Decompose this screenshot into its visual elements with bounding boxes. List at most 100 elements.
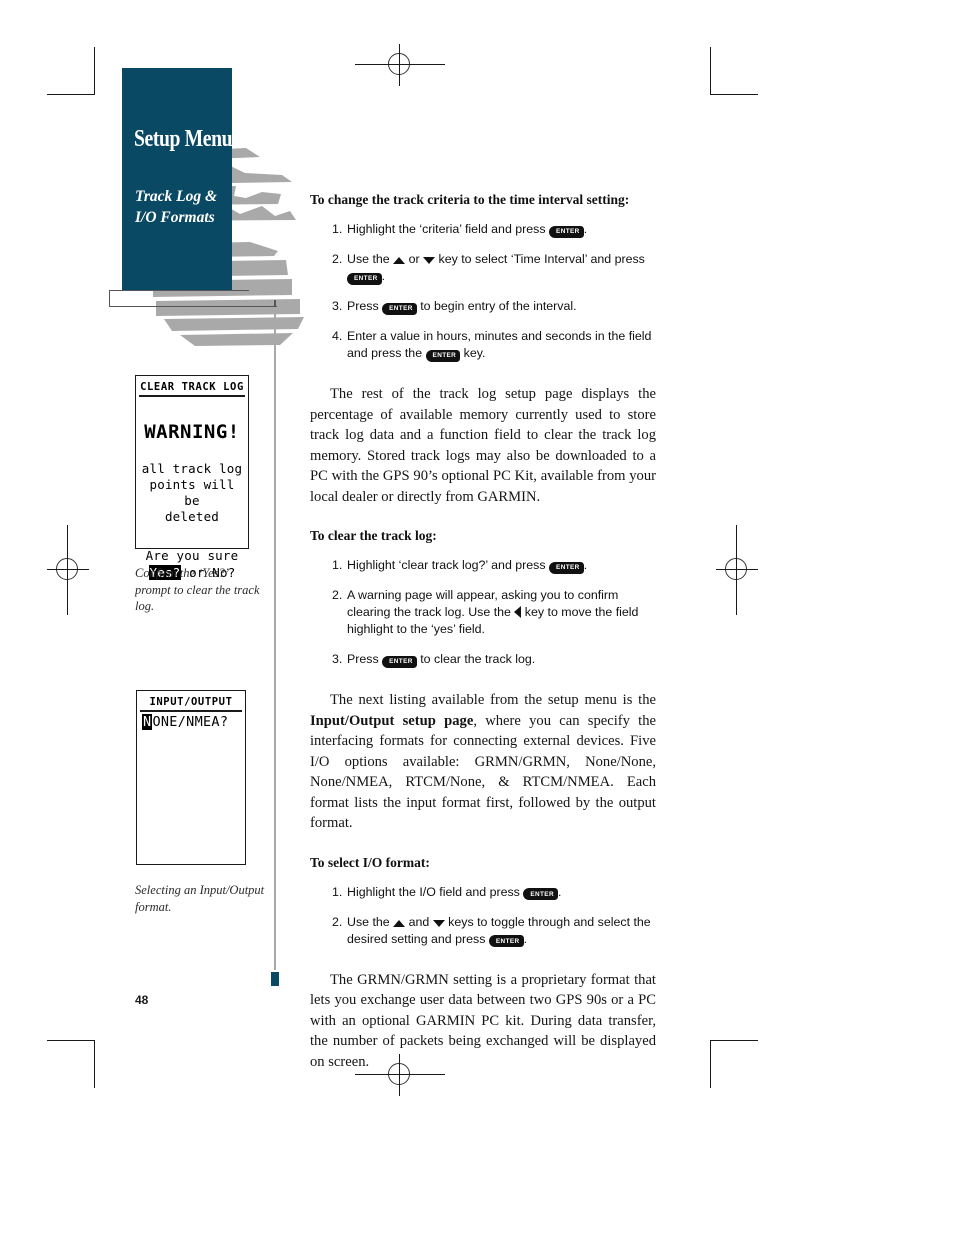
crop-mark-bottom-left-vertical [94, 1040, 95, 1088]
paragraph-input-output-setup: The next listing available from the setu… [310, 690, 656, 834]
step-text: A warning page will appear, asking you t… [347, 588, 639, 636]
lcd-title-clear-track-log: CLEAR TRACK LOG [139, 378, 245, 397]
lcd-message-line1: all track log [141, 461, 243, 476]
lcd-message-line3: deleted [164, 509, 220, 524]
paragraph-part-a: The next listing available from the setu… [330, 692, 656, 708]
paragraph-bold-term: Input/Output setup page [310, 712, 474, 729]
step-text: Press ENTER to begin entry of the interv… [347, 299, 577, 315]
crop-mark-bottom-right-vertical [710, 1040, 711, 1088]
header-accent-block [122, 68, 232, 290]
list-item: 2. A warning page will appear, asking yo… [332, 587, 656, 638]
page-number: 48 [135, 993, 149, 1007]
arrow-down-icon[interactable] [432, 919, 445, 927]
lcd-title-input-output: INPUT/OUTPUT [140, 693, 242, 712]
list-item: 2. Use the and keys to toggle through an… [332, 914, 656, 948]
step-number: 2. [332, 252, 343, 266]
lcd-body-input-output: NONE/NMEA? [137, 712, 245, 730]
crop-mark-bottom-left-horizontal [47, 1040, 95, 1041]
margin-end-marker [271, 972, 279, 986]
step-text: Enter a value in hours, minutes and seco… [347, 329, 652, 362]
header-rule-horizontal-top [109, 290, 249, 291]
enter-key-icon[interactable]: ENTER [549, 561, 584, 574]
heading-select-io-format: To select I/O format: [310, 854, 430, 870]
registration-vline [736, 525, 737, 615]
list-item: 3. Press ENTER to begin entry of the int… [332, 298, 656, 315]
figure-caption-clear-track-log: Confirm the ‘Yes?’ prompt to clear the t… [135, 566, 260, 613]
registration-hline [355, 64, 445, 65]
enter-key-icon[interactable]: ENTER [425, 349, 461, 362]
registration-vline [399, 44, 400, 86]
lcd-warning-text: WARNING! [144, 421, 240, 443]
main-content-column: To change the track criteria to the time… [310, 192, 656, 1072]
step-number: 3. [332, 299, 343, 313]
steps-clear-track-log: 1. Highlight ‘clear track log?’ and pres… [310, 557, 656, 668]
enter-key-icon[interactable]: ENTER [488, 935, 524, 947]
page-subtitle: Track Log & I/O Formats [135, 186, 325, 228]
lcd-message: all track log points will be deleted [140, 461, 244, 525]
figure-caption-input-output: Selecting an Input/Output format. [135, 883, 265, 914]
lcd-io-selected-char[interactable]: N [142, 714, 153, 730]
steps-select-io-format: 1. Highlight the I/O field and press ENT… [310, 884, 656, 948]
list-item: 1. Highlight ‘clear track log?’ and pres… [332, 557, 656, 574]
list-item: 3. Press ENTER to clear the track log. [332, 651, 656, 668]
input-output-screen: INPUT/OUTPUT NONE/NMEA? [136, 690, 246, 865]
arrow-left-icon[interactable] [514, 606, 522, 618]
registration-hline [355, 1074, 445, 1075]
step-text: Highlight ‘clear track log?’ and press E… [347, 558, 588, 574]
paragraph-part-b: , where you can specify the interfacing … [310, 712, 656, 832]
lcd-body-clear-track-log: WARNING! all track log points will be de… [136, 421, 248, 581]
registration-vline [67, 525, 68, 615]
registration-hline [716, 569, 758, 570]
step-number: 2. [332, 914, 343, 929]
list-item: 2. Use the or key to select ‘Time Interv… [332, 251, 656, 285]
lcd-message-line2: points will be [149, 477, 235, 508]
registration-hline [47, 569, 89, 570]
paragraph-track-log-memory: The rest of the track log setup page dis… [310, 386, 656, 505]
registration-mark-right [714, 525, 760, 615]
list-item: 1. Highlight the I/O field and press ENT… [332, 884, 656, 901]
crop-mark-top-left-vertical [94, 47, 95, 95]
lcd-io-value[interactable]: NONE/NMEA? [141, 712, 241, 730]
enter-key-icon[interactable]: ENTER [549, 225, 584, 238]
step-number: 1. [332, 222, 343, 236]
step-number: 4. [332, 329, 343, 343]
lcd-io-value-rest: ONE/NMEA? [152, 714, 229, 730]
clear-track-log-screen: CLEAR TRACK LOG WARNING! all track log p… [135, 375, 249, 580]
heading-clear-track-log: To clear the track log: [310, 528, 437, 543]
crop-mark-top-right-horizontal [710, 94, 758, 95]
lcd-confirm-question: Are you sure [145, 548, 239, 563]
enter-key-icon[interactable]: ENTER [523, 888, 558, 900]
crop-mark-bottom-right-horizontal [710, 1040, 758, 1041]
header-rule-horizontal-bottom [109, 306, 277, 307]
page-subtitle-line2: I/O Formats [135, 209, 215, 226]
arrow-up-icon[interactable] [393, 919, 406, 927]
step-text: Highlight the I/O field and press ENTER. [347, 884, 562, 900]
margin-vertical-rule [274, 300, 276, 970]
enter-key-icon[interactable]: ENTER [382, 655, 417, 668]
page-subtitle-line1: Track Log & [135, 188, 218, 205]
step-text: Press ENTER to clear the track log. [347, 652, 536, 668]
step-text: Use the and keys to toggle through and s… [347, 914, 651, 947]
registration-mark-top [355, 42, 445, 88]
page-title: Setup Menu [134, 126, 233, 152]
steps-change-track-criteria: 1. Highlight the ‘criteria’ field and pr… [310, 221, 656, 362]
crop-mark-top-right-vertical [710, 47, 711, 95]
heading-change-track-criteria: To change the track criteria to the time… [310, 192, 630, 207]
step-number: 1. [332, 884, 343, 899]
arrow-up-icon[interactable] [393, 257, 406, 264]
list-item: 4. Enter a value in hours, minutes and s… [332, 328, 656, 362]
crop-mark-top-left-horizontal [47, 94, 95, 95]
arrow-down-icon[interactable] [423, 257, 436, 264]
list-item: 1. Highlight the ‘criteria’ field and pr… [332, 221, 656, 238]
enter-key-icon[interactable]: ENTER [347, 272, 382, 285]
registration-mark-left [45, 525, 91, 615]
step-number: 3. [332, 652, 343, 666]
step-number: 1. [332, 558, 343, 572]
step-text: Highlight the ‘criteria’ field and press… [347, 222, 588, 238]
paragraph-grmn-format: The GRMN/GRMN setting is a proprietary f… [310, 971, 656, 1070]
header-rule-vertical [109, 290, 110, 307]
enter-key-icon[interactable]: ENTER [382, 302, 417, 315]
step-text: Use the or key to select ‘Time Interval’… [347, 252, 645, 285]
step-number: 2. [332, 588, 343, 602]
margin-rule-cap [274, 300, 276, 307]
